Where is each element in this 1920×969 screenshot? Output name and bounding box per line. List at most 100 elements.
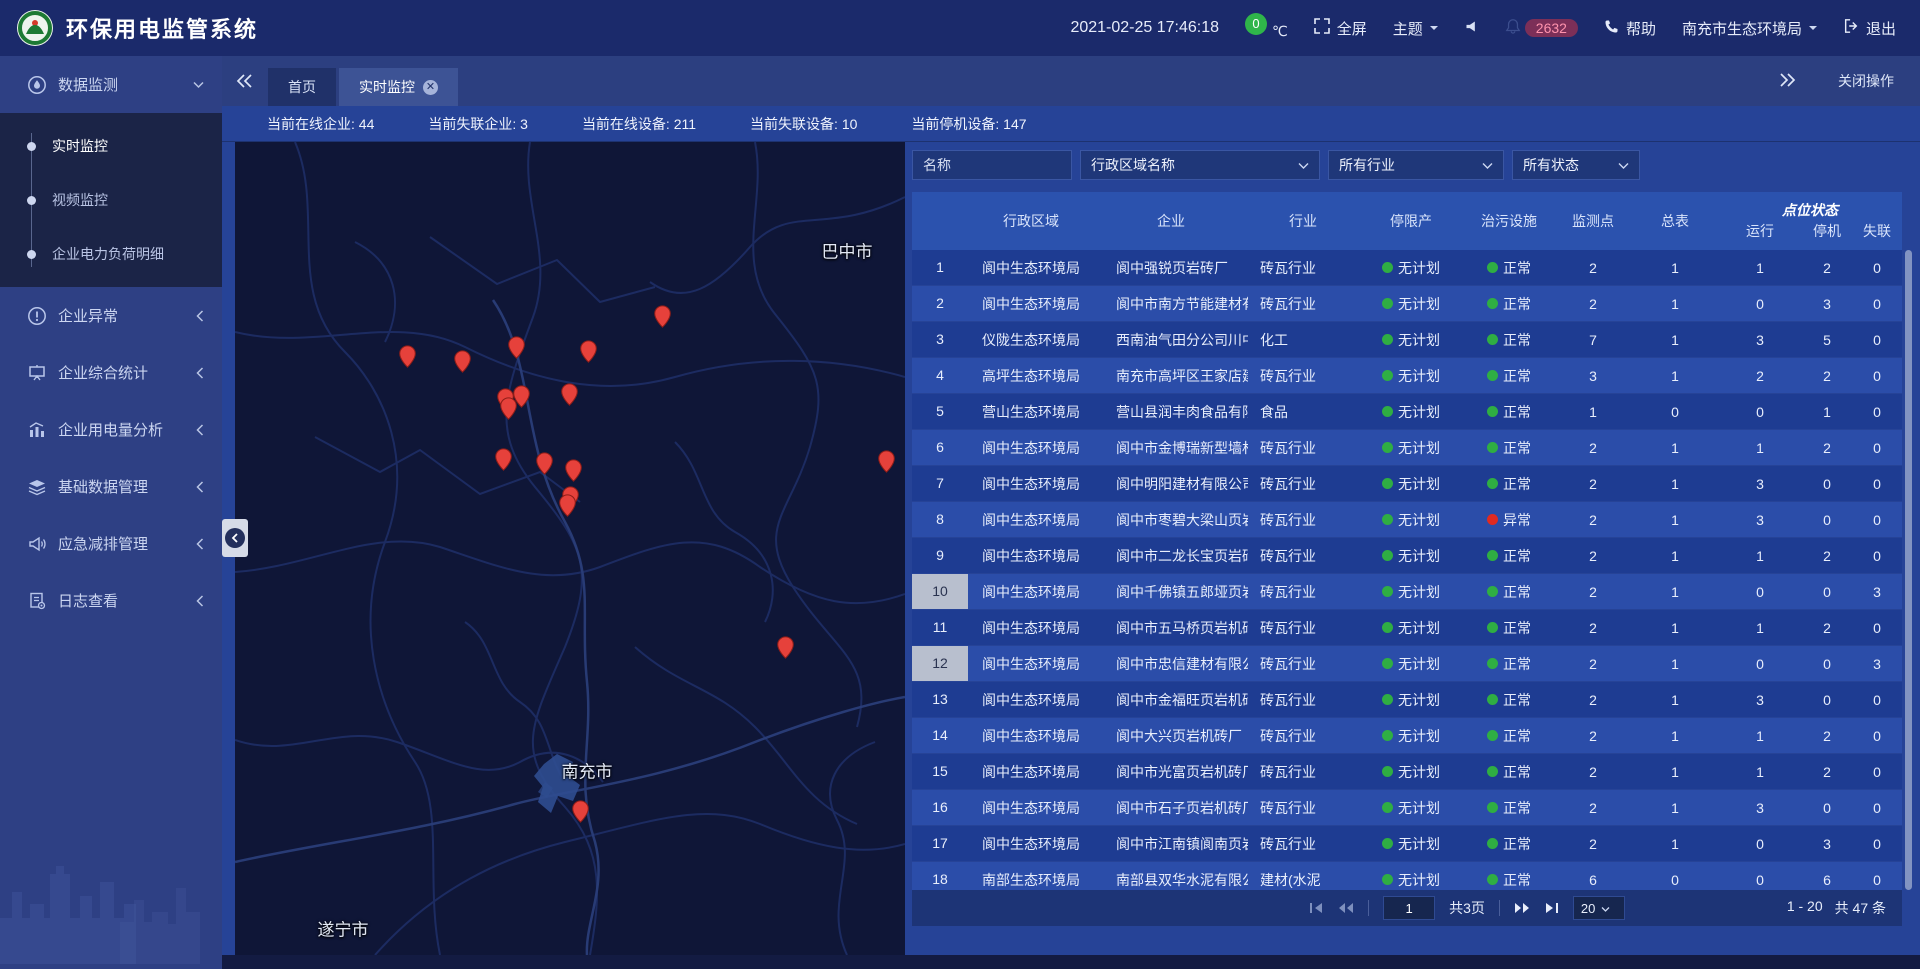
scroll-tabs-left-icon[interactable] bbox=[236, 74, 252, 88]
table-row[interactable]: 14阆中生态环境局阆中大兴页岩机砖厂砖瓦行业无计划正常21120 bbox=[912, 718, 1902, 753]
table-row[interactable]: 10阆中生态环境局阆中千佛镇五郎垭页岩砖瓦行业无计划正常21003 bbox=[912, 574, 1902, 609]
prev-page-button[interactable] bbox=[1338, 902, 1354, 914]
table-row[interactable]: 8阆中生态环境局阆中市枣碧大梁山页岩砖瓦行业无计划异常21300 bbox=[912, 502, 1902, 537]
cell-stop-status: 无计划 bbox=[1358, 726, 1464, 746]
status-dot bbox=[1382, 298, 1393, 309]
map[interactable]: 巴中市南充市遂宁市 bbox=[235, 142, 905, 955]
tab-realtime-monitor[interactable]: 实时监控 ✕ bbox=[339, 68, 458, 106]
table-row[interactable]: 9阆中生态环境局阆中市二龙长宝页岩砖砖瓦行业无计划正常21120 bbox=[912, 538, 1902, 573]
cell-region: 阆中生态环境局 bbox=[968, 654, 1094, 674]
sidebar-item-power-analysis[interactable]: 企业用电量分析 bbox=[0, 401, 222, 458]
close-tab-icon[interactable]: ✕ bbox=[423, 80, 438, 95]
last-page-button[interactable] bbox=[1544, 902, 1559, 914]
status-dot bbox=[1382, 334, 1393, 345]
map-pin[interactable] bbox=[580, 340, 597, 363]
name-filter-input[interactable] bbox=[912, 150, 1072, 180]
page-size-select[interactable]: 20 bbox=[1573, 896, 1625, 920]
table-row[interactable]: 11阆中生态环境局阆中市五马桥页岩机砖砖瓦行业无计划正常21120 bbox=[912, 610, 1902, 645]
table-row[interactable]: 15阆中生态环境局阆中市光富页岩机砖厂砖瓦行业无计划正常21120 bbox=[912, 754, 1902, 789]
sidebar: 数据监测 实时监控 视频监控 企业电力负荷明细 企业异常 企业综合统计 企业用电… bbox=[0, 56, 222, 969]
cell-facility-status: 正常 bbox=[1464, 762, 1554, 782]
cell-monitor-count: 2 bbox=[1554, 512, 1632, 528]
cell-meter-count: 1 bbox=[1632, 656, 1718, 672]
map-pin[interactable] bbox=[654, 305, 671, 328]
map-pin[interactable] bbox=[399, 345, 416, 368]
cell-region: 仪陇生态环境局 bbox=[968, 330, 1094, 350]
cell-lost-count: 0 bbox=[1852, 440, 1902, 456]
map-pin[interactable] bbox=[454, 350, 471, 373]
status-dot bbox=[1382, 874, 1393, 885]
table-row[interactable]: 16阆中生态环境局阆中市石子页岩机砖厂砖瓦行业无计划正常21300 bbox=[912, 790, 1902, 825]
volume-button[interactable] bbox=[1464, 19, 1479, 38]
tab-home[interactable]: 首页 bbox=[268, 68, 336, 106]
cell-halt-count: 5 bbox=[1802, 332, 1852, 348]
row-index: 15 bbox=[912, 754, 968, 789]
sidebar-item-emergency-reduction[interactable]: 应急减排管理 bbox=[0, 515, 222, 572]
table-row[interactable]: 7阆中生态环境局阆中明阳建材有限公司砖瓦行业无计划正常21300 bbox=[912, 466, 1902, 501]
map-pin[interactable] bbox=[561, 383, 578, 406]
table-row[interactable]: 2阆中生态环境局阆中市南方节能建材有砖瓦行业无计划正常21030 bbox=[912, 286, 1902, 321]
map-pin[interactable] bbox=[536, 452, 553, 475]
status-filter-select[interactable]: 所有状态 bbox=[1512, 150, 1640, 180]
cell-industry: 砖瓦行业 bbox=[1248, 834, 1358, 854]
sidebar-item-enterprise-alert[interactable]: 企业异常 bbox=[0, 287, 222, 344]
first-page-button[interactable] bbox=[1309, 902, 1324, 914]
map-pin[interactable] bbox=[777, 636, 794, 659]
region-filter-select[interactable]: 行政区域名称 bbox=[1080, 150, 1320, 180]
cell-monitor-count: 2 bbox=[1554, 260, 1632, 276]
table-row[interactable]: 17阆中生态环境局阆中市江南镇阆南页岩砖瓦行业无计划正常21030 bbox=[912, 826, 1902, 861]
cell-meter-count: 1 bbox=[1632, 836, 1718, 852]
table-row[interactable]: 18南部生态环境局南部县双华水泥有限公建材(水泥无计划正常60060 bbox=[912, 862, 1902, 890]
column-header-monitor: 监测点 bbox=[1554, 192, 1632, 250]
industry-filter-select[interactable]: 所有行业 bbox=[1328, 150, 1504, 180]
row-index: 13 bbox=[912, 682, 968, 717]
sidebar-item-video-monitor[interactable]: 视频监控 bbox=[0, 173, 222, 227]
fullscreen-button[interactable]: 全屏 bbox=[1314, 18, 1367, 39]
table-row[interactable]: 4高坪生态环境局南充市高坪区王家店建砖瓦行业无计划正常31220 bbox=[912, 358, 1902, 393]
table-row[interactable]: 6阆中生态环境局阆中市金博瑞新型墙材砖瓦行业无计划正常21120 bbox=[912, 430, 1902, 465]
notification-button[interactable]: 2632 bbox=[1505, 18, 1578, 38]
notification-count-badge: 2632 bbox=[1525, 19, 1578, 37]
map-pin[interactable] bbox=[878, 450, 895, 473]
table-row[interactable]: 3仪陇生态环境局西南油气田分公司川中化工无计划正常71350 bbox=[912, 322, 1902, 357]
sidebar-item-enterprise-stats[interactable]: 企业综合统计 bbox=[0, 344, 222, 401]
scroll-tabs-right-icon[interactable] bbox=[1780, 73, 1796, 90]
cell-facility-status: 正常 bbox=[1464, 438, 1554, 458]
table-row[interactable]: 5营山生态环境局营山县润丰肉食品有限食品无计划正常10010 bbox=[912, 394, 1902, 429]
logout-button[interactable]: 退出 bbox=[1843, 18, 1896, 39]
temperature-widget: 0 ℃ bbox=[1245, 17, 1288, 40]
cell-halt-count: 3 bbox=[1802, 836, 1852, 852]
org-dropdown[interactable]: 南充市生态环境局 bbox=[1682, 18, 1817, 39]
map-pin[interactable] bbox=[508, 336, 525, 359]
map-pin[interactable] bbox=[572, 800, 589, 823]
sidebar-item-power-load-detail[interactable]: 企业电力负荷明细 bbox=[0, 227, 222, 281]
sidebar-item-base-data[interactable]: 基础数据管理 bbox=[0, 458, 222, 515]
sidebar-item-realtime-monitor[interactable]: 实时监控 bbox=[0, 119, 222, 173]
collapse-sidebar-button[interactable] bbox=[222, 519, 248, 557]
help-button[interactable]: 帮助 bbox=[1604, 18, 1656, 39]
sidebar-item-log-view[interactable]: 日志查看 bbox=[0, 572, 222, 629]
row-index: 12 bbox=[912, 646, 968, 681]
next-page-button[interactable] bbox=[1514, 902, 1530, 914]
enterprise-panel: 行政区域名称 所有行业 所有状态 行政区域 企业 行业 停限产 治污设施 bbox=[912, 142, 1902, 955]
temperature-unit: ℃ bbox=[1272, 23, 1288, 40]
table-row[interactable]: 13阆中生态环境局阆中市金福旺页岩机砖砖瓦行业无计划正常21300 bbox=[912, 682, 1902, 717]
sidebar-item-data-monitor[interactable]: 数据监测 bbox=[0, 56, 222, 113]
table-row[interactable]: 1阆中生态环境局阆中强锐页岩砖厂砖瓦行业无计划正常21120 bbox=[912, 250, 1902, 285]
theme-dropdown[interactable]: 主题 bbox=[1393, 18, 1438, 39]
table-row[interactable]: 12阆中生态环境局阆中市忠信建材有限公砖瓦行业无计划正常21003 bbox=[912, 646, 1902, 681]
cell-facility-status: 异常 bbox=[1464, 510, 1554, 530]
map-pin[interactable] bbox=[559, 494, 576, 517]
page-number-input[interactable] bbox=[1383, 896, 1435, 920]
cell-monitor-count: 1 bbox=[1554, 404, 1632, 420]
record-range-label: 1 - 20 共 47 条 bbox=[1787, 898, 1886, 918]
cell-run-count: 3 bbox=[1718, 692, 1802, 708]
map-pin[interactable] bbox=[500, 397, 517, 420]
row-index: 5 bbox=[912, 394, 968, 429]
cell-facility-status: 正常 bbox=[1464, 366, 1554, 386]
cell-facility-status: 正常 bbox=[1464, 870, 1554, 890]
map-pin[interactable] bbox=[565, 459, 582, 482]
table-scrollbar[interactable] bbox=[1905, 250, 1912, 890]
map-pin[interactable] bbox=[495, 448, 512, 471]
close-operations-button[interactable]: 关闭操作 bbox=[1838, 71, 1894, 91]
